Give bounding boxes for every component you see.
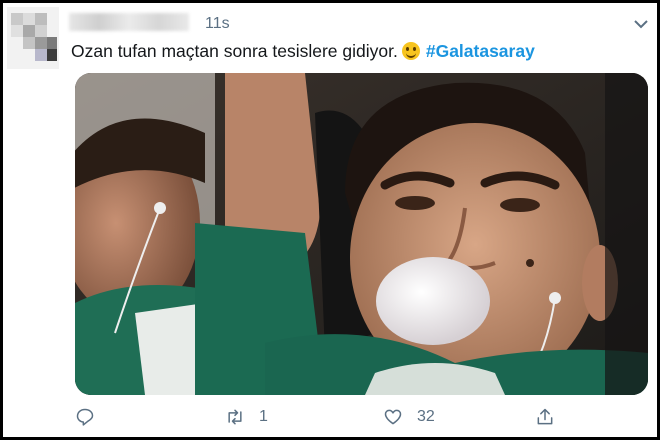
avatar[interactable]	[7, 7, 59, 69]
hashtag-link[interactable]: #Galatasaray	[426, 41, 535, 61]
display-name[interactable]	[69, 13, 189, 31]
share-button[interactable]	[535, 407, 569, 427]
grinning-face-icon	[401, 42, 420, 60]
tweet-photo[interactable]	[75, 73, 648, 395]
heart-icon	[384, 409, 402, 425]
tweet-body: Ozan tufan maçtan sonra tesislere gidiyo…	[71, 41, 398, 61]
tweet-text: Ozan tufan maçtan sonra tesislere gidiyo…	[71, 41, 535, 62]
share-icon	[537, 408, 553, 425]
tweet-actions: 1 32	[3, 407, 657, 433]
retweet-icon	[228, 409, 242, 425]
timestamp[interactable]: 11s	[205, 15, 230, 33]
like-count: 32	[417, 408, 435, 425]
chevron-down-icon[interactable]	[633, 17, 649, 29]
reply-icon	[76, 408, 94, 426]
retweet-button[interactable]: 1	[225, 407, 268, 427]
tweet-card: 11s Ozan tufan maçtan sonra tesislere gi…	[0, 0, 660, 440]
like-button[interactable]: 32	[383, 407, 435, 427]
retweet-count: 1	[259, 408, 268, 425]
reply-button[interactable]	[75, 407, 109, 427]
